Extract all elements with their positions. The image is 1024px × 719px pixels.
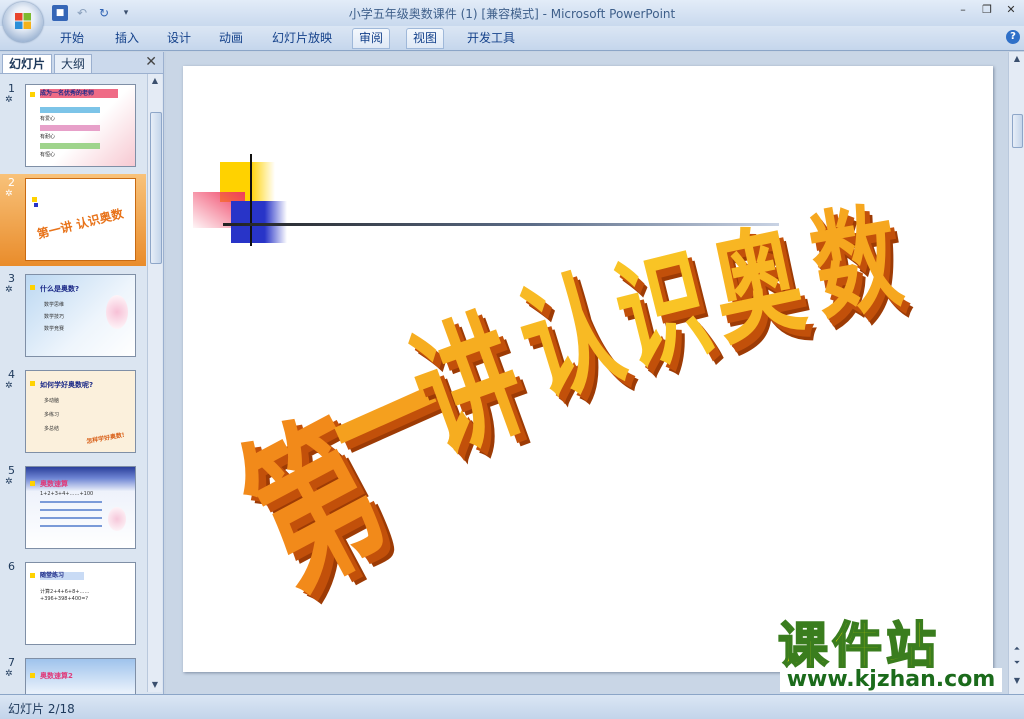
scroll-down-icon[interactable]: ▼ — [1012, 676, 1022, 686]
previous-slide-icon[interactable]: ⏶ — [1012, 644, 1022, 654]
help-icon[interactable]: ? — [1006, 30, 1020, 44]
tab-outline[interactable]: 大纲 — [54, 54, 93, 73]
office-logo-icon — [15, 13, 31, 29]
close-icon[interactable]: ✕ — [145, 54, 157, 70]
minimize-icon[interactable]: – — [956, 3, 970, 17]
scroll-up-icon[interactable]: ▲ — [1012, 54, 1022, 64]
transition-icon: ✲ — [5, 189, 13, 199]
slide-thumbnail[interactable]: 第一讲 认识奥数 — [25, 178, 136, 261]
slide-thumbnail-row[interactable]: 6 随堂练习 计算2+4+6+8+……+396+398+400=? — [0, 558, 146, 650]
slide-thumbnail[interactable]: 奥数速算 1+2+3+4+……+100 — [25, 466, 136, 549]
tab-animations[interactable]: 动画 — [213, 29, 249, 48]
restore-icon[interactable]: ❐ — [980, 3, 994, 17]
close-icon[interactable]: ✕ — [1004, 3, 1018, 17]
save-icon[interactable]: ■ — [52, 5, 68, 21]
window-title: 小学五年级奥数课件 (1) [兼容模式] - Microsoft PowerPo… — [348, 7, 676, 21]
scroll-down-icon[interactable]: ▼ — [150, 680, 160, 690]
next-slide-icon[interactable]: ⏷ — [1012, 658, 1022, 668]
slide-indicator: 幻灯片 2/18 — [8, 702, 75, 716]
slide-thumbnail[interactable]: 奥数速算2 — [25, 658, 136, 694]
transition-icon: ✲ — [5, 381, 13, 391]
slide-thumbnail[interactable]: 成为一名优秀的老师 有爱心 有耐心 有恒心 — [25, 84, 136, 167]
slide-scrollbar[interactable]: ▲ ⏶ ⏷ ▼ — [1008, 52, 1024, 694]
pane-tabs: 幻灯片 大纲 ✕ — [0, 52, 163, 74]
ribbon-tabs: 开始 插入 设计 动画 幻灯片放映 审阅 视图 开发工具 — [0, 26, 1024, 51]
office-button[interactable] — [3, 2, 43, 42]
slide-thumbnail-row[interactable]: 4 ✲ 如何学好奥数呢? 多动脑 多练习 多总结 怎样学好奥数! — [0, 366, 146, 458]
tab-view[interactable]: 视图 — [406, 28, 445, 49]
customize-toolbar-icon[interactable]: ▾ — [118, 5, 134, 21]
current-slide[interactable]: 第 一 讲 认 识 奥 数 — [183, 66, 993, 672]
transition-icon: ✲ — [5, 669, 13, 679]
status-bar: 幻灯片 2/18 — [0, 694, 1024, 719]
watermark-url: www.kjzhan.com — [780, 668, 1002, 692]
thumbnails-scrollbar[interactable]: ▲ ▼ — [147, 74, 162, 692]
slide-thumbnail-row[interactable]: 2 ✲ 第一讲 认识奥数 — [0, 174, 146, 266]
scrollbar-thumb[interactable] — [1012, 114, 1023, 148]
slide-thumbnails: 1 ✲ 成为一名优秀的老师 有爱心 有耐心 有恒心 2 ✲ 第一讲 认识奥数 3… — [0, 74, 146, 694]
quick-access-toolbar: ■ ↶ ↻ ▾ — [52, 4, 134, 22]
transition-icon: ✲ — [5, 95, 13, 105]
redo-icon[interactable]: ↻ — [96, 5, 112, 21]
slides-pane: 幻灯片 大纲 ✕ 1 ✲ 成为一名优秀的老师 有爱心 有耐心 有恒心 2 ✲ 第… — [0, 52, 164, 694]
tab-home[interactable]: 开始 — [54, 29, 90, 48]
tab-design[interactable]: 设计 — [161, 29, 197, 48]
transition-icon: ✲ — [5, 477, 13, 487]
slide-thumbnail[interactable]: 如何学好奥数呢? 多动脑 多练习 多总结 怎样学好奥数! — [25, 370, 136, 453]
slide-thumbnail[interactable]: 什么是奥数? 数学思维 数学技巧 数学竞赛 — [25, 274, 136, 357]
title-bar: 小学五年级奥数课件 (1) [兼容模式] - Microsoft PowerPo… — [0, 0, 1024, 26]
slide-title-wordart[interactable]: 第 一 讲 认 识 奥 数 — [183, 66, 993, 672]
window-controls: – ❐ ✕ — [956, 3, 1018, 17]
slide-thumbnail-row[interactable]: 1 ✲ 成为一名优秀的老师 有爱心 有耐心 有恒心 — [0, 80, 146, 172]
slide-thumbnail[interactable]: 随堂练习 计算2+4+6+8+……+396+398+400=? — [25, 562, 136, 645]
tab-developer[interactable]: 开发工具 — [461, 29, 521, 48]
tab-slides[interactable]: 幻灯片 — [2, 54, 53, 73]
slide-thumbnail-row[interactable]: 3 ✲ 什么是奥数? 数学思维 数学技巧 数学竞赛 — [0, 270, 146, 362]
undo-icon[interactable]: ↶ — [74, 5, 90, 21]
scroll-up-icon[interactable]: ▲ — [150, 76, 160, 86]
slide-thumbnail-row[interactable]: 5 ✲ 奥数速算 1+2+3+4+……+100 — [0, 462, 146, 554]
slide-thumbnail-row[interactable]: 7 ✲ 奥数速算2 — [0, 654, 146, 694]
slide-editor: 第 一 讲 认 识 奥 数 — [166, 52, 1008, 694]
tab-review[interactable]: 审阅 — [352, 28, 391, 49]
tab-insert[interactable]: 插入 — [109, 29, 145, 48]
scrollbar-thumb[interactable] — [150, 112, 162, 264]
tab-slideshow[interactable]: 幻灯片放映 — [266, 29, 338, 48]
transition-icon: ✲ — [5, 285, 13, 295]
